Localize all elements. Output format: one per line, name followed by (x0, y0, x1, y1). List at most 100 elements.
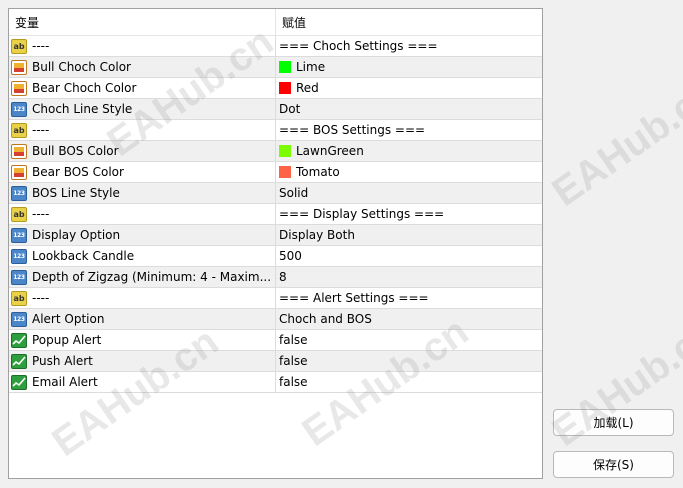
variable-value-cell[interactable]: Solid (276, 183, 542, 203)
variable-value-label: Red (296, 81, 319, 95)
color-swatch (279, 145, 291, 157)
variable-value-cell[interactable]: 500 (276, 246, 542, 266)
variable-name-cell[interactable]: Popup Alert (9, 330, 276, 350)
table-row[interactable]: 123 Alert Option Choch and BOS (9, 309, 542, 330)
load-button[interactable]: 加载(L) (553, 409, 674, 436)
variable-name-cell[interactable]: 123 Choch Line Style (9, 99, 276, 119)
variable-name-cell[interactable]: Bull Choch Color (9, 57, 276, 77)
table-row[interactable]: ab ---- === Choch Settings === (9, 36, 542, 57)
save-button[interactable]: 保存(S) (553, 451, 674, 478)
variable-name-label: Bull BOS Color (32, 144, 119, 158)
table-row[interactable]: ab ---- === Alert Settings === (9, 288, 542, 309)
variable-value-cell[interactable]: === Alert Settings === (276, 288, 542, 308)
variable-value-cell[interactable]: === Choch Settings === (276, 36, 542, 56)
color-type-icon (11, 80, 27, 96)
variable-value-label: false (279, 333, 308, 347)
variable-value-label: === Choch Settings === (279, 39, 438, 53)
watermark-text: EAHub.cn (544, 69, 683, 215)
table-row[interactable]: Bear BOS Color Tomato (9, 162, 542, 183)
table-row[interactable]: Bull Choch Color Lime (9, 57, 542, 78)
variable-name-label: ---- (32, 123, 50, 137)
table-row[interactable]: 123 Lookback Candle 500 (9, 246, 542, 267)
variable-name-cell[interactable]: 123 Lookback Candle (9, 246, 276, 266)
variable-name-cell[interactable]: Bull BOS Color (9, 141, 276, 161)
variable-value-cell[interactable]: false (276, 372, 542, 392)
variable-name-label: ---- (32, 291, 50, 305)
variable-name-cell[interactable]: ab ---- (9, 288, 276, 308)
column-header-variable[interactable]: 变量 (9, 9, 276, 35)
table-row[interactable]: 123 Display Option Display Both (9, 225, 542, 246)
variable-name-label: ---- (32, 39, 50, 53)
variable-name-cell[interactable]: ab ---- (9, 120, 276, 140)
variable-name-cell[interactable]: 123 BOS Line Style (9, 183, 276, 203)
color-swatch (279, 82, 291, 94)
variable-name-cell[interactable]: Bear BOS Color (9, 162, 276, 182)
variable-value-cell[interactable]: false (276, 330, 542, 350)
boolean-type-icon (11, 332, 27, 348)
integer-type-icon: 123 (11, 269, 27, 285)
table-row[interactable]: ab ---- === Display Settings === (9, 204, 542, 225)
table-row[interactable]: Bull BOS Color LawnGreen (9, 141, 542, 162)
table-row[interactable]: 123 BOS Line Style Solid (9, 183, 542, 204)
table-row[interactable]: 123 Choch Line Style Dot (9, 99, 542, 120)
variable-value-cell[interactable]: === BOS Settings === (276, 120, 542, 140)
table-row[interactable]: Popup Alert false (9, 330, 542, 351)
table-row[interactable]: 123 Depth of Zigzag (Minimum: 4 - Maxim..… (9, 267, 542, 288)
variable-name-label: Lookback Candle (32, 249, 135, 263)
column-header-value[interactable]: 赋值 (276, 9, 542, 35)
variable-value-cell[interactable]: 8 (276, 267, 542, 287)
integer-type-icon: 123 (11, 248, 27, 264)
variable-value-label: 8 (279, 270, 287, 284)
variable-value-cell[interactable]: Choch and BOS (276, 309, 542, 329)
enum-type-icon: 123 (11, 185, 27, 201)
table-row[interactable]: Push Alert false (9, 351, 542, 372)
variable-name-label: Email Alert (32, 375, 98, 389)
enum-type-icon: 123 (11, 311, 27, 327)
string-type-icon: ab (11, 290, 27, 306)
grid-rows: ab ---- === Choch Settings === Bull Choch C… (9, 36, 542, 393)
enum-type-icon: 123 (11, 227, 27, 243)
variable-name-label: Depth of Zigzag (Minimum: 4 - Maxim... (32, 270, 272, 284)
table-row[interactable]: Email Alert false (9, 372, 542, 393)
variable-value-label: === Alert Settings === (279, 291, 429, 305)
variable-name-cell[interactable]: ab ---- (9, 204, 276, 224)
variable-name-label: Push Alert (32, 354, 93, 368)
variable-value-cell[interactable]: LawnGreen (276, 141, 542, 161)
variable-value-label: === BOS Settings === (279, 123, 426, 137)
boolean-type-icon (11, 374, 27, 390)
variable-name-label: ---- (32, 207, 50, 221)
string-type-icon: ab (11, 206, 27, 222)
inputs-grid: 变量 赋值 ab ---- === Choch Settings === Bull C… (8, 8, 543, 479)
table-row[interactable]: ab ---- === BOS Settings === (9, 120, 542, 141)
variable-value-label: Display Both (279, 228, 355, 242)
variable-name-cell[interactable]: Push Alert (9, 351, 276, 371)
variable-value-cell[interactable]: === Display Settings === (276, 204, 542, 224)
variable-value-label: Choch and BOS (279, 312, 372, 326)
variable-name-cell[interactable]: 123 Display Option (9, 225, 276, 245)
variable-value-label: Tomato (296, 165, 340, 179)
variable-name-cell[interactable]: Bear Choch Color (9, 78, 276, 98)
string-type-icon: ab (11, 122, 27, 138)
variable-name-label: Choch Line Style (32, 102, 133, 116)
variable-name-cell[interactable]: 123 Depth of Zigzag (Minimum: 4 - Maxim..… (9, 267, 276, 287)
variable-value-cell[interactable]: Red (276, 78, 542, 98)
grid-header: 变量 赋值 (9, 9, 542, 36)
variable-value-cell[interactable]: false (276, 351, 542, 371)
variable-name-label: Bull Choch Color (32, 60, 131, 74)
variable-value-cell[interactable]: Lime (276, 57, 542, 77)
color-type-icon (11, 143, 27, 159)
color-swatch (279, 61, 291, 73)
variable-name-cell[interactable]: Email Alert (9, 372, 276, 392)
color-type-icon (11, 164, 27, 180)
variable-name-cell[interactable]: 123 Alert Option (9, 309, 276, 329)
variable-value-cell[interactable]: Display Both (276, 225, 542, 245)
variable-name-label: Bear Choch Color (32, 81, 137, 95)
variable-value-label: Solid (279, 186, 309, 200)
table-row[interactable]: Bear Choch Color Red (9, 78, 542, 99)
variable-value-cell[interactable]: Dot (276, 99, 542, 119)
variable-name-cell[interactable]: ab ---- (9, 36, 276, 56)
variable-value-cell[interactable]: Tomato (276, 162, 542, 182)
variable-value-label: 500 (279, 249, 302, 263)
string-type-icon: ab (11, 38, 27, 54)
variable-value-label: Dot (279, 102, 301, 116)
